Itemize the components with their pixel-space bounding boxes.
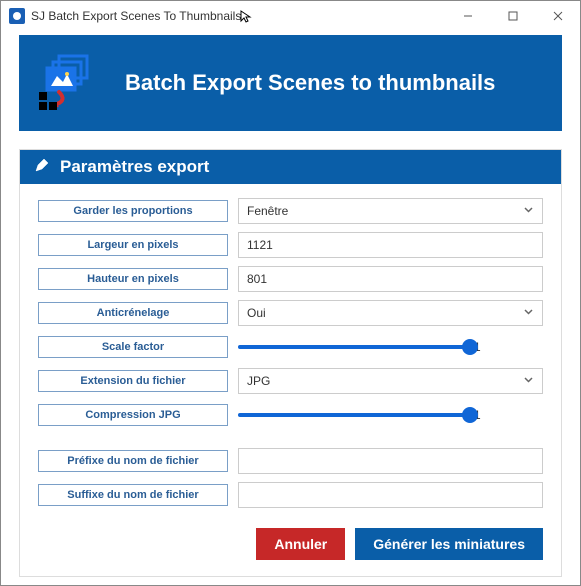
window-title: SJ Batch Export Scenes To Thumbnails <box>31 9 241 23</box>
input-prefix[interactable] <box>238 448 543 474</box>
banner-title: Batch Export Scenes to thumbnails <box>125 70 495 96</box>
label-antialias: Anticrénelage <box>38 302 228 324</box>
label-scale: Scale factor <box>38 336 228 358</box>
select-extension[interactable]: JPG <box>238 368 543 394</box>
input-height[interactable]: 801 <box>238 266 543 292</box>
app-icon <box>9 8 25 24</box>
row-prefix: Préfixe du nom de fichier <box>38 448 543 474</box>
titlebar: SJ Batch Export Scenes To Thumbnails <box>1 1 580 31</box>
input-height-value: 801 <box>247 272 267 286</box>
label-prefix: Préfixe du nom de fichier <box>38 450 228 472</box>
close-button[interactable] <box>535 1 580 31</box>
row-extension: Extension du fichier JPG <box>38 368 543 394</box>
action-bar: Annuler Générer les miniatures <box>20 520 561 576</box>
label-extension: Extension du fichier <box>38 370 228 392</box>
slider-jpg-comp[interactable] <box>238 413 470 417</box>
row-width: Largeur en pixels 1121 <box>38 232 543 258</box>
select-keep-ratio-value: Fenêtre <box>247 204 288 218</box>
row-height: Hauteur en pixels 801 <box>38 266 543 292</box>
chevron-down-icon <box>523 204 534 218</box>
label-height: Hauteur en pixels <box>38 268 228 290</box>
select-antialias[interactable]: Oui <box>238 300 543 326</box>
chevron-down-icon <box>523 374 534 388</box>
label-width: Largeur en pixels <box>38 234 228 256</box>
generate-button[interactable]: Générer les miniatures <box>355 528 543 560</box>
cancel-button[interactable]: Annuler <box>256 528 345 560</box>
select-extension-value: JPG <box>247 374 270 388</box>
select-antialias-value: Oui <box>247 306 266 320</box>
row-scale: Scale factor 1 <box>38 334 543 360</box>
banner: Batch Export Scenes to thumbnails <box>19 35 562 131</box>
row-antialias: Anticrénelage Oui <box>38 300 543 326</box>
input-suffix[interactable] <box>238 482 543 508</box>
chevron-down-icon <box>523 306 534 320</box>
row-keep-ratio: Garder les proportions Fenêtre <box>38 198 543 224</box>
row-suffix: Suffixe du nom de fichier <box>38 482 543 508</box>
banner-icon <box>37 52 107 114</box>
pencil-icon <box>34 157 50 178</box>
select-keep-ratio[interactable]: Fenêtre <box>238 198 543 224</box>
slider-scale[interactable] <box>238 345 470 349</box>
section-header: Paramètres export <box>20 150 561 184</box>
label-keep-ratio: Garder les proportions <box>38 200 228 222</box>
slider-scale-thumb[interactable] <box>462 339 478 355</box>
row-jpg-comp: Compression JPG 1 <box>38 402 543 428</box>
section-title: Paramètres export <box>60 157 209 177</box>
minimize-button[interactable] <box>445 1 490 31</box>
label-jpg-comp: Compression JPG <box>38 404 228 426</box>
section-body: Garder les proportions Fenêtre Largeur e… <box>20 184 561 520</box>
input-width-value: 1121 <box>247 238 273 252</box>
settings-card: Paramètres export Garder les proportions… <box>19 149 562 577</box>
slider-jpg-comp-thumb[interactable] <box>462 407 478 423</box>
label-suffix: Suffixe du nom de fichier <box>38 484 228 506</box>
cursor-icon <box>239 9 253 23</box>
input-width[interactable]: 1121 <box>238 232 543 258</box>
maximize-button[interactable] <box>490 1 535 31</box>
